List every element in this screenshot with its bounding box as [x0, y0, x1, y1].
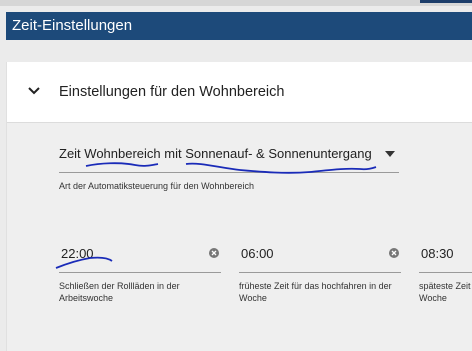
dropdown-arrow-icon[interactable] [385, 151, 395, 157]
top-strip [0, 0, 472, 6]
earliest-time-input[interactable]: 06:00 [239, 246, 401, 273]
close-time-helper: Schließen der Rollläden in der Arbeitswo… [59, 281, 180, 303]
earliest-time-value: 06:00 [241, 246, 274, 261]
settings-panel: Einstellungen für den Wohnbereich Zeit W… [6, 62, 472, 351]
earliest-time-helper: früheste Zeit für das hochfahren in der … [239, 281, 392, 303]
section-title: Einstellungen für den Wohnbereich [59, 84, 285, 100]
top-strip-accent [420, 0, 472, 3]
page-header: Zeit-Einstellungen [6, 12, 472, 40]
latest-time-helper-text: späteste Zeit in der Woche [419, 281, 472, 303]
chevron-down-icon[interactable] [27, 84, 41, 98]
close-time-input[interactable]: 22:00 [59, 246, 221, 273]
latest-time-value: 08:30 [421, 246, 454, 261]
automation-select-value: Zeit Wohnbereich mit Sonnenauf- & Sonnen… [59, 146, 372, 161]
latest-time-helper: späteste Zeit in der Woche [419, 280, 472, 304]
close-time-value: 22:00 [61, 246, 94, 261]
clear-icon[interactable] [209, 248, 219, 258]
page-title: Zeit-Einstellungen [12, 17, 133, 34]
automation-select[interactable]: Zeit Wohnbereich mit Sonnenauf- & Sonnen… [59, 146, 399, 173]
clear-icon[interactable] [389, 248, 399, 258]
automation-helper-text: Art der Automatiksteuerung für den Wohnb… [59, 181, 254, 191]
section-header[interactable]: Einstellungen für den Wohnbereich [7, 62, 472, 123]
latest-time-input[interactable]: 08:30 [419, 246, 472, 273]
